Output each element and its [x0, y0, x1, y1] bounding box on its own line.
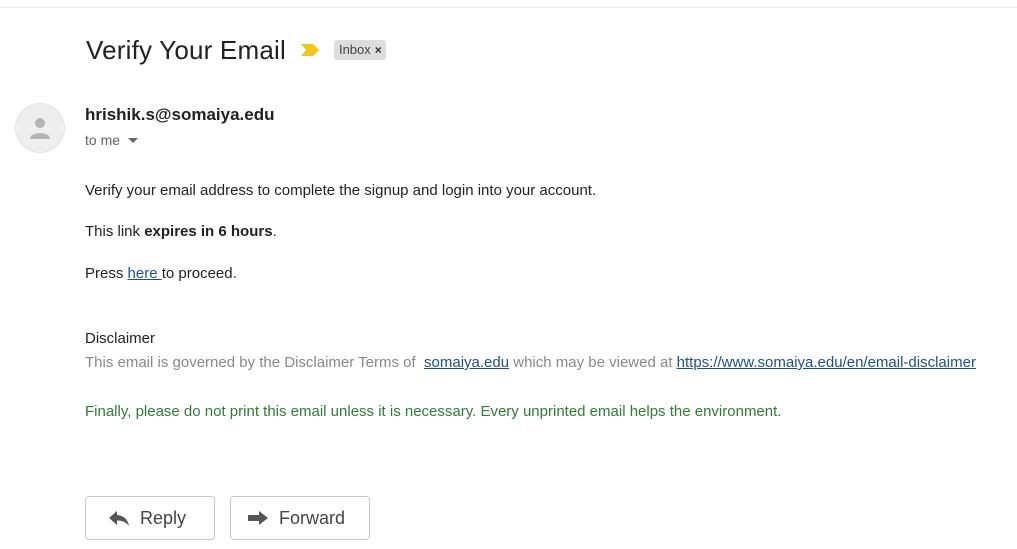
divider	[0, 7, 1017, 8]
body-line-3-prefix: Press	[85, 265, 128, 282]
inbox-label-text: Inbox	[338, 42, 371, 57]
expiry-text: expires in 6 hours	[144, 223, 273, 240]
environment-note: Finally, please do not print this email …	[85, 403, 782, 420]
reply-arrow-icon	[109, 511, 129, 526]
recipient-line[interactable]: to me	[85, 132, 139, 148]
disclaimer-middle: which may be viewed at	[509, 354, 677, 371]
body-line-3-suffix: to proceed.	[161, 265, 237, 282]
body-line-2-prefix: This link	[85, 223, 145, 240]
body-line-1: Verify your email address to complete th…	[85, 182, 597, 199]
default-person-icon	[30, 118, 50, 139]
avatar[interactable]	[15, 103, 65, 153]
body-line-3: Press here to proceed.	[85, 265, 237, 282]
email-view: Verify Your Email Inbox × hrishik.s@soma…	[0, 0, 1017, 549]
reply-label: Reply	[140, 507, 187, 528]
disclaimer-prefix: This email is governed by the Disclaimer…	[85, 354, 425, 371]
disclaimer-text: This email is governed by the Disclaimer…	[85, 354, 976, 371]
body-line-2: This link expires in 6 hours.	[85, 223, 277, 240]
disclaimer-url-link[interactable]: https://www.somaiya.edu/en/email-disclai…	[677, 354, 976, 371]
forward-button[interactable]: Forward	[230, 496, 370, 540]
reply-button[interactable]: Reply	[85, 496, 215, 540]
remove-label-icon[interactable]: ×	[375, 43, 382, 57]
body-line-2-suffix: .	[272, 223, 277, 240]
chevron-down-icon[interactable]	[128, 137, 139, 143]
importance-marker-icon[interactable]	[300, 43, 320, 57]
inbox-label-chip[interactable]: Inbox ×	[333, 40, 386, 60]
email-subject: Verify Your Email	[86, 34, 286, 65]
subject-row: Verify Your Email Inbox ×	[86, 32, 386, 68]
disclaimer-title: Disclaimer	[85, 330, 156, 347]
proceed-link[interactable]: here	[128, 265, 162, 282]
sender-email[interactable]: hrishik.s@somaiya.edu	[85, 105, 274, 125]
forward-arrow-icon	[248, 511, 268, 525]
somaiya-link[interactable]: somaiya.edu	[424, 354, 509, 371]
forward-label: Forward	[279, 507, 346, 528]
recipient-text: to me	[85, 132, 121, 148]
